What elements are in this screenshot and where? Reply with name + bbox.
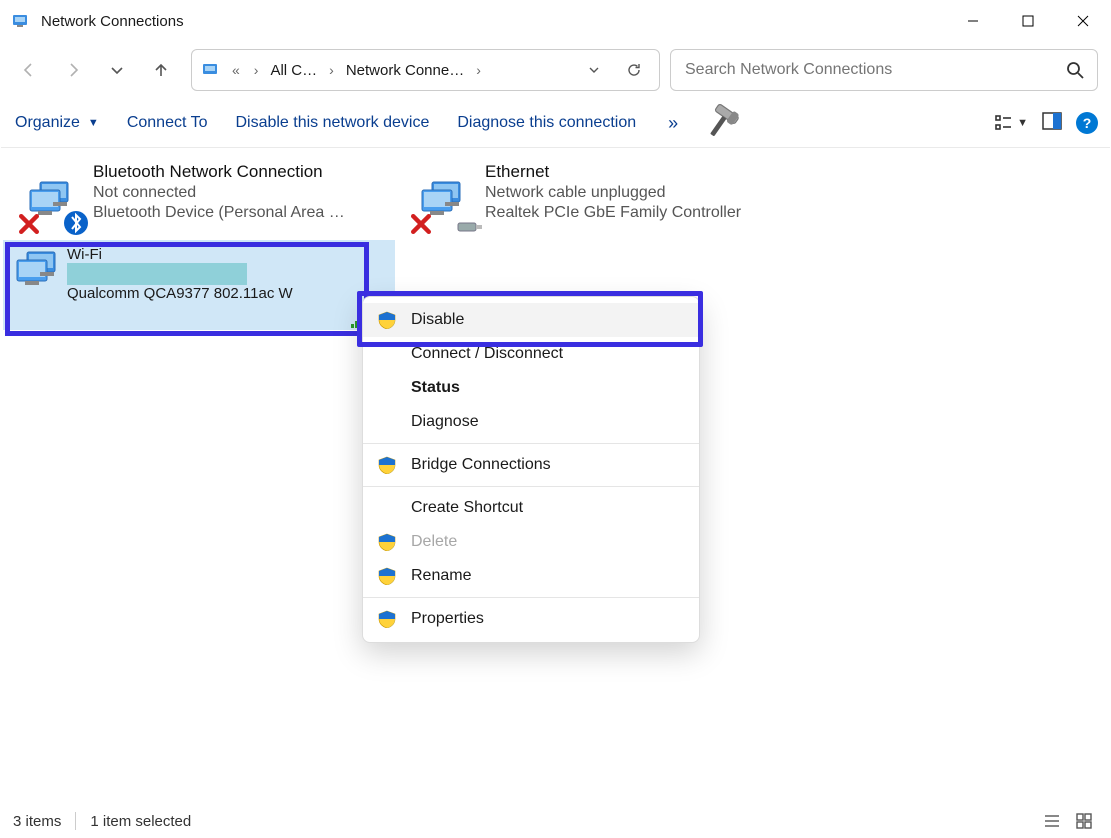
help-button[interactable]: ? [1076,112,1098,134]
address-dropdown-button[interactable] [577,53,611,87]
titlebar: Network Connections [1,1,1110,41]
status-bar: 3 items 1 item selected [1,805,1110,837]
command-bar: Organize ▼ Connect To Disable this networ… [1,99,1110,148]
menu-label: Delete [411,533,457,551]
menu-item-rename[interactable]: Rename [363,559,699,593]
up-button[interactable] [141,50,181,90]
large-icons-view-button[interactable] [1070,809,1098,833]
menu-label: Create Shortcut [411,499,523,517]
error-icon [19,214,39,234]
recent-locations-button[interactable] [97,50,137,90]
item-count: 3 items [13,813,61,830]
connection-name: Bluetooth Network Connection [93,162,377,182]
search-input[interactable] [683,60,1065,80]
organize-menu[interactable]: Organize ▼ [13,110,101,136]
ethernet-plug-icon [457,220,483,234]
chevron-right-icon[interactable]: › [325,62,338,78]
connection-wifi[interactable]: Wi-Fi Qualcomm QCA9377 802.11ac W [5,242,373,328]
connection-status: Not connected [93,184,377,202]
navigation-bar: « › All C… › Network Conne… › [1,41,1110,99]
window-icon [11,11,31,31]
caret-down-icon: ▼ [88,117,99,129]
overflow-button[interactable]: » [662,113,684,134]
menu-item-disable[interactable]: Disable [363,303,699,337]
search-icon[interactable] [1065,60,1085,80]
details-view-button[interactable] [1038,809,1066,833]
menu-item-connect-disconnect[interactable]: Connect / Disconnect [363,337,699,371]
preview-pane-button[interactable] [1042,111,1062,136]
connection-device: Qualcomm QCA9377 802.11ac W [67,285,293,302]
breadcrumb-all-control-panel[interactable]: All C… [268,62,319,79]
menu-item-diagnose[interactable]: Diagnose [363,405,699,439]
menu-item-status[interactable]: Status [363,371,699,405]
menu-item-properties[interactable]: Properties [363,602,699,636]
menu-label: Bridge Connections [411,456,551,474]
refresh-button[interactable] [617,53,651,87]
minimize-button[interactable] [945,1,1000,41]
search-box[interactable] [670,49,1098,91]
connection-name: Wi-Fi [67,246,293,263]
location-icon [200,59,222,81]
menu-label: Status [411,379,460,397]
menu-label: Disable [411,311,464,329]
caret-down-icon: ▼ [1017,117,1028,129]
context-menu: Disable Connect / Disconnect Status Diag… [362,296,700,643]
connection-bluetooth[interactable]: Bluetooth Network Connection Not connect… [9,156,381,238]
menu-item-create-shortcut[interactable]: Create Shortcut [363,491,699,525]
organize-label: Organize [15,114,80,132]
connection-name: Ethernet [485,162,769,182]
menu-separator [363,443,699,444]
address-bar[interactable]: « › All C… › Network Conne… › [191,49,660,91]
connection-ethernet[interactable]: Ethernet Network cable unplugged Realtek… [401,156,773,238]
connection-ssid-redacted [67,263,293,285]
menu-item-delete: Delete [363,525,699,559]
chevron-right-icon[interactable]: › [472,62,485,78]
menu-separator [363,486,699,487]
connection-status: Network cable unplugged [485,184,769,202]
diagnose-connection-button[interactable]: Diagnose this connection [455,110,638,136]
hammer-icon [698,103,746,143]
shield-icon [377,310,397,330]
shield-icon [377,566,397,586]
close-button[interactable] [1055,1,1110,41]
selected-count: 1 item selected [90,813,191,830]
maximize-button[interactable] [1000,1,1055,41]
menu-label: Properties [411,610,484,628]
shield-icon [377,532,397,552]
shield-icon [377,455,397,475]
forward-button[interactable] [53,50,93,90]
window-title: Network Connections [41,13,184,30]
menu-label: Diagnose [411,413,479,431]
view-options-button[interactable]: ▼ [995,114,1028,132]
error-icon [411,214,431,234]
breadcrumb-network-connections[interactable]: Network Conne… [344,62,466,79]
shield-icon [377,609,397,629]
back-button[interactable] [9,50,49,90]
menu-separator [363,597,699,598]
breadcrumb-prefix: « [228,62,244,78]
menu-item-bridge-connections[interactable]: Bridge Connections [363,448,699,482]
disable-device-button[interactable]: Disable this network device [233,110,431,136]
menu-label: Rename [411,567,471,585]
bluetooth-icon [63,210,89,236]
chevron-right-icon[interactable]: › [250,62,263,78]
connection-device: Realtek PCIe GbE Family Controller [485,204,769,222]
connect-to-button[interactable]: Connect To [125,110,210,136]
connection-device: Bluetooth Device (Personal Area … [93,204,377,222]
menu-label: Connect / Disconnect [411,345,563,363]
